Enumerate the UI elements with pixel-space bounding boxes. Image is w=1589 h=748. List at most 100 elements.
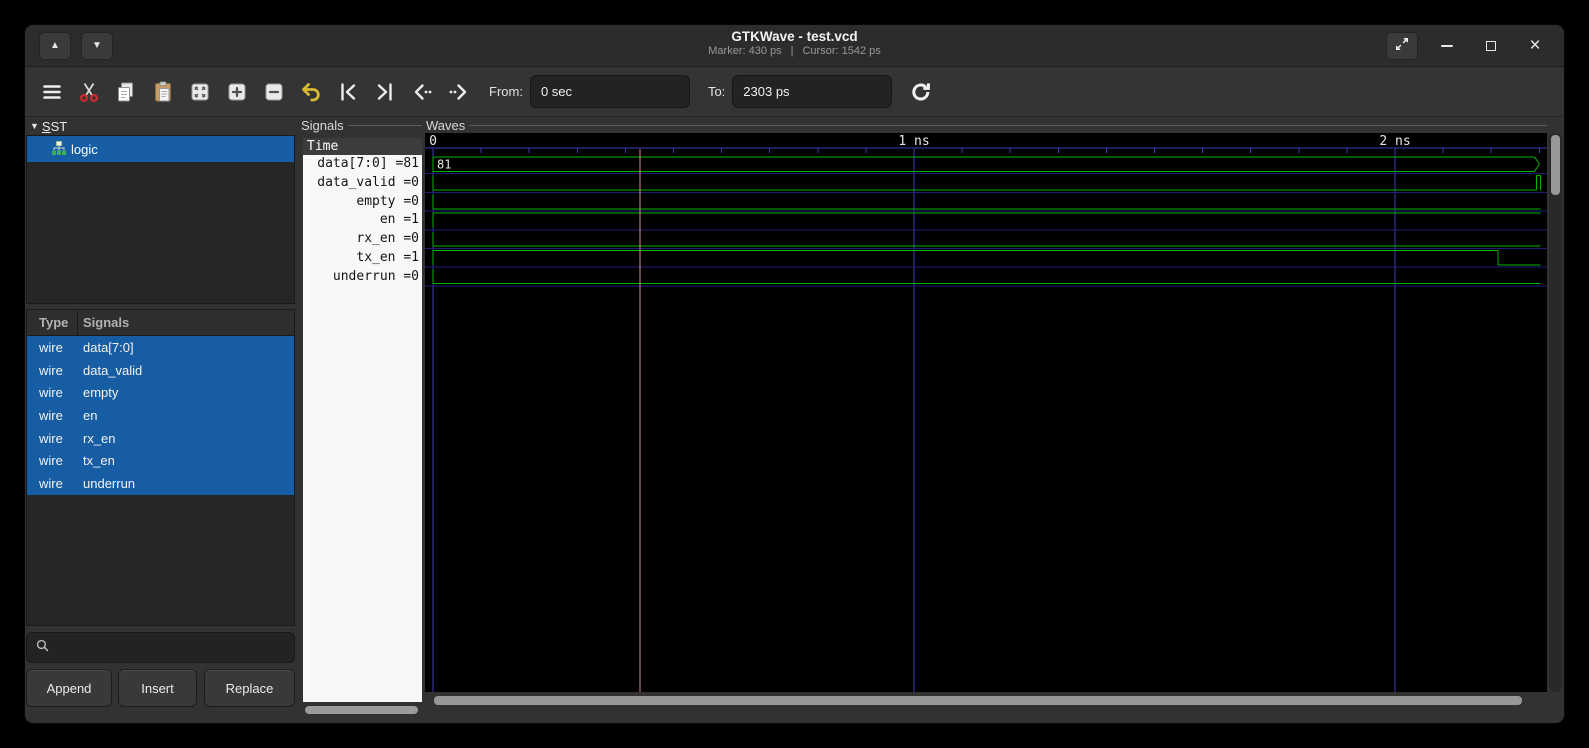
scrollbar-thumb[interactable] — [305, 706, 418, 714]
from-input[interactable] — [530, 75, 690, 108]
zoom-out-button[interactable] — [261, 79, 286, 104]
signal-name: rx_en — [78, 427, 294, 450]
signal-type: wire — [27, 427, 78, 450]
svg-text:2 ns: 2 ns — [1379, 134, 1410, 149]
signal-value-entry[interactable]: en =1 — [303, 211, 422, 230]
signal-table: Type Signals wiredata[7:0]wiredata_valid… — [26, 309, 295, 626]
sst-tree: logic — [26, 135, 295, 304]
cut-icon — [77, 80, 101, 104]
scrollbar-thumb[interactable] — [434, 696, 1522, 705]
go-first-button[interactable] — [335, 79, 360, 104]
column-header-signals[interactable]: Signals — [78, 310, 294, 335]
subtitle-divider: | — [791, 45, 794, 57]
column-header-type[interactable]: Type — [27, 310, 78, 335]
signal-value-entry[interactable]: empty =0 — [303, 193, 422, 212]
expand-icon — [1393, 35, 1411, 56]
go-last-button[interactable] — [372, 79, 397, 104]
signal-value-entry[interactable]: data_valid =0 — [303, 174, 422, 193]
go-first-icon — [336, 80, 360, 104]
go-last-icon — [373, 80, 397, 104]
signal-type: wire — [27, 336, 78, 359]
zoom-fit-button[interactable] — [187, 79, 212, 104]
table-row[interactable]: wiredata_valid — [27, 359, 294, 382]
forward-icon — [447, 80, 471, 104]
search-icon — [34, 637, 51, 659]
table-row[interactable]: wiredata[7:0] — [27, 336, 294, 359]
table-row[interactable]: wireempty — [27, 381, 294, 404]
signal-value-entry[interactable]: data[7:0] =81 — [303, 155, 422, 174]
waves-vscrollbar[interactable] — [1549, 133, 1562, 692]
window-title: GTKWave - test.vcd — [25, 29, 1564, 44]
zoom-in-button[interactable] — [224, 79, 249, 104]
search-input[interactable] — [57, 640, 287, 655]
back-icon — [410, 80, 434, 104]
back-button[interactable] — [409, 79, 434, 104]
signals-frame-label: Signals — [301, 118, 422, 133]
desktop: { "window": { "title": "GTKWave - test.v… — [0, 0, 1589, 748]
cut-button[interactable] — [76, 79, 101, 104]
down-triangle-icon: ▼ — [92, 40, 102, 51]
table-row[interactable]: wirerx_en — [27, 427, 294, 450]
expand-button[interactable] — [1386, 32, 1418, 60]
waves-hscrollbar[interactable] — [425, 694, 1547, 707]
from-label: From: — [489, 84, 523, 99]
reload-button[interactable] — [908, 79, 933, 104]
tree-item-logic[interactable]: logic — [27, 136, 294, 162]
replace-button[interactable]: Replace — [204, 669, 295, 707]
close-icon: × — [1529, 36, 1540, 55]
maximize-icon — [1486, 41, 1496, 51]
paste-button[interactable] — [150, 79, 175, 104]
toolbar: From: To: — [25, 67, 1564, 117]
up-triangle-icon: ▲ — [50, 40, 60, 51]
close-button[interactable]: × — [1520, 32, 1550, 60]
svg-text:1 ns: 1 ns — [898, 134, 929, 149]
signal-type: wire — [27, 449, 78, 472]
undo-button[interactable] — [298, 79, 323, 104]
move-down-button[interactable]: ▼ — [81, 32, 113, 60]
table-row[interactable]: wireunderrun — [27, 472, 294, 495]
signals-values-panel: Time data[7:0] =81data_valid =0empty =0e… — [303, 138, 422, 702]
copy-icon — [114, 80, 138, 104]
waves-frame-label: Waves — [426, 118, 1547, 133]
zoom-out-icon — [262, 80, 286, 104]
signal-name: underrun — [78, 472, 294, 495]
table-row[interactable]: wiretx_en — [27, 449, 294, 472]
to-input[interactable] — [732, 75, 892, 108]
signal-value-entry[interactable]: underrun =0 — [303, 268, 422, 287]
minimize-button[interactable] — [1432, 32, 1462, 60]
signal-name: data_valid — [78, 359, 294, 382]
signal-type: wire — [27, 472, 78, 495]
signal-name: empty — [78, 381, 294, 404]
menu-button[interactable] — [39, 79, 64, 104]
move-up-button[interactable]: ▲ — [39, 32, 71, 60]
time-header: Time — [303, 138, 422, 155]
zoom-in-icon — [225, 80, 249, 104]
forward-button[interactable] — [446, 79, 471, 104]
to-label: To: — [708, 84, 725, 99]
sst-header[interactable]: ▼ SST — [30, 118, 67, 134]
wave-canvas[interactable]: 01 ns2 ns81 — [425, 133, 1547, 692]
copy-button[interactable] — [113, 79, 138, 104]
minimize-icon — [1441, 45, 1453, 47]
signal-type: wire — [27, 381, 78, 404]
cursor-status: Cursor: 1542 ps — [802, 45, 880, 57]
reload-icon — [909, 80, 933, 104]
signal-name: en — [78, 404, 294, 427]
insert-button[interactable]: Insert — [118, 669, 197, 707]
signal-table-header: Type Signals — [27, 310, 294, 336]
pane-divider-left[interactable] — [295, 118, 303, 713]
paste-icon — [151, 80, 175, 104]
signals-hscrollbar[interactable] — [303, 705, 422, 715]
tree-item-label: logic — [71, 142, 98, 157]
signal-search — [26, 632, 295, 663]
signal-value-entry[interactable]: tx_en =1 — [303, 249, 422, 268]
window-subtitle: Marker: 430 ps | Cursor: 1542 ps — [25, 45, 1564, 57]
maximize-button[interactable] — [1476, 32, 1506, 60]
signal-name: tx_en — [78, 449, 294, 472]
svg-text:0: 0 — [429, 134, 437, 149]
table-row[interactable]: wireen — [27, 404, 294, 427]
signal-value-entry[interactable]: rx_en =0 — [303, 230, 422, 249]
append-button[interactable]: Append — [26, 669, 112, 707]
signal-type: wire — [27, 404, 78, 427]
scrollbar-thumb[interactable] — [1551, 135, 1560, 195]
